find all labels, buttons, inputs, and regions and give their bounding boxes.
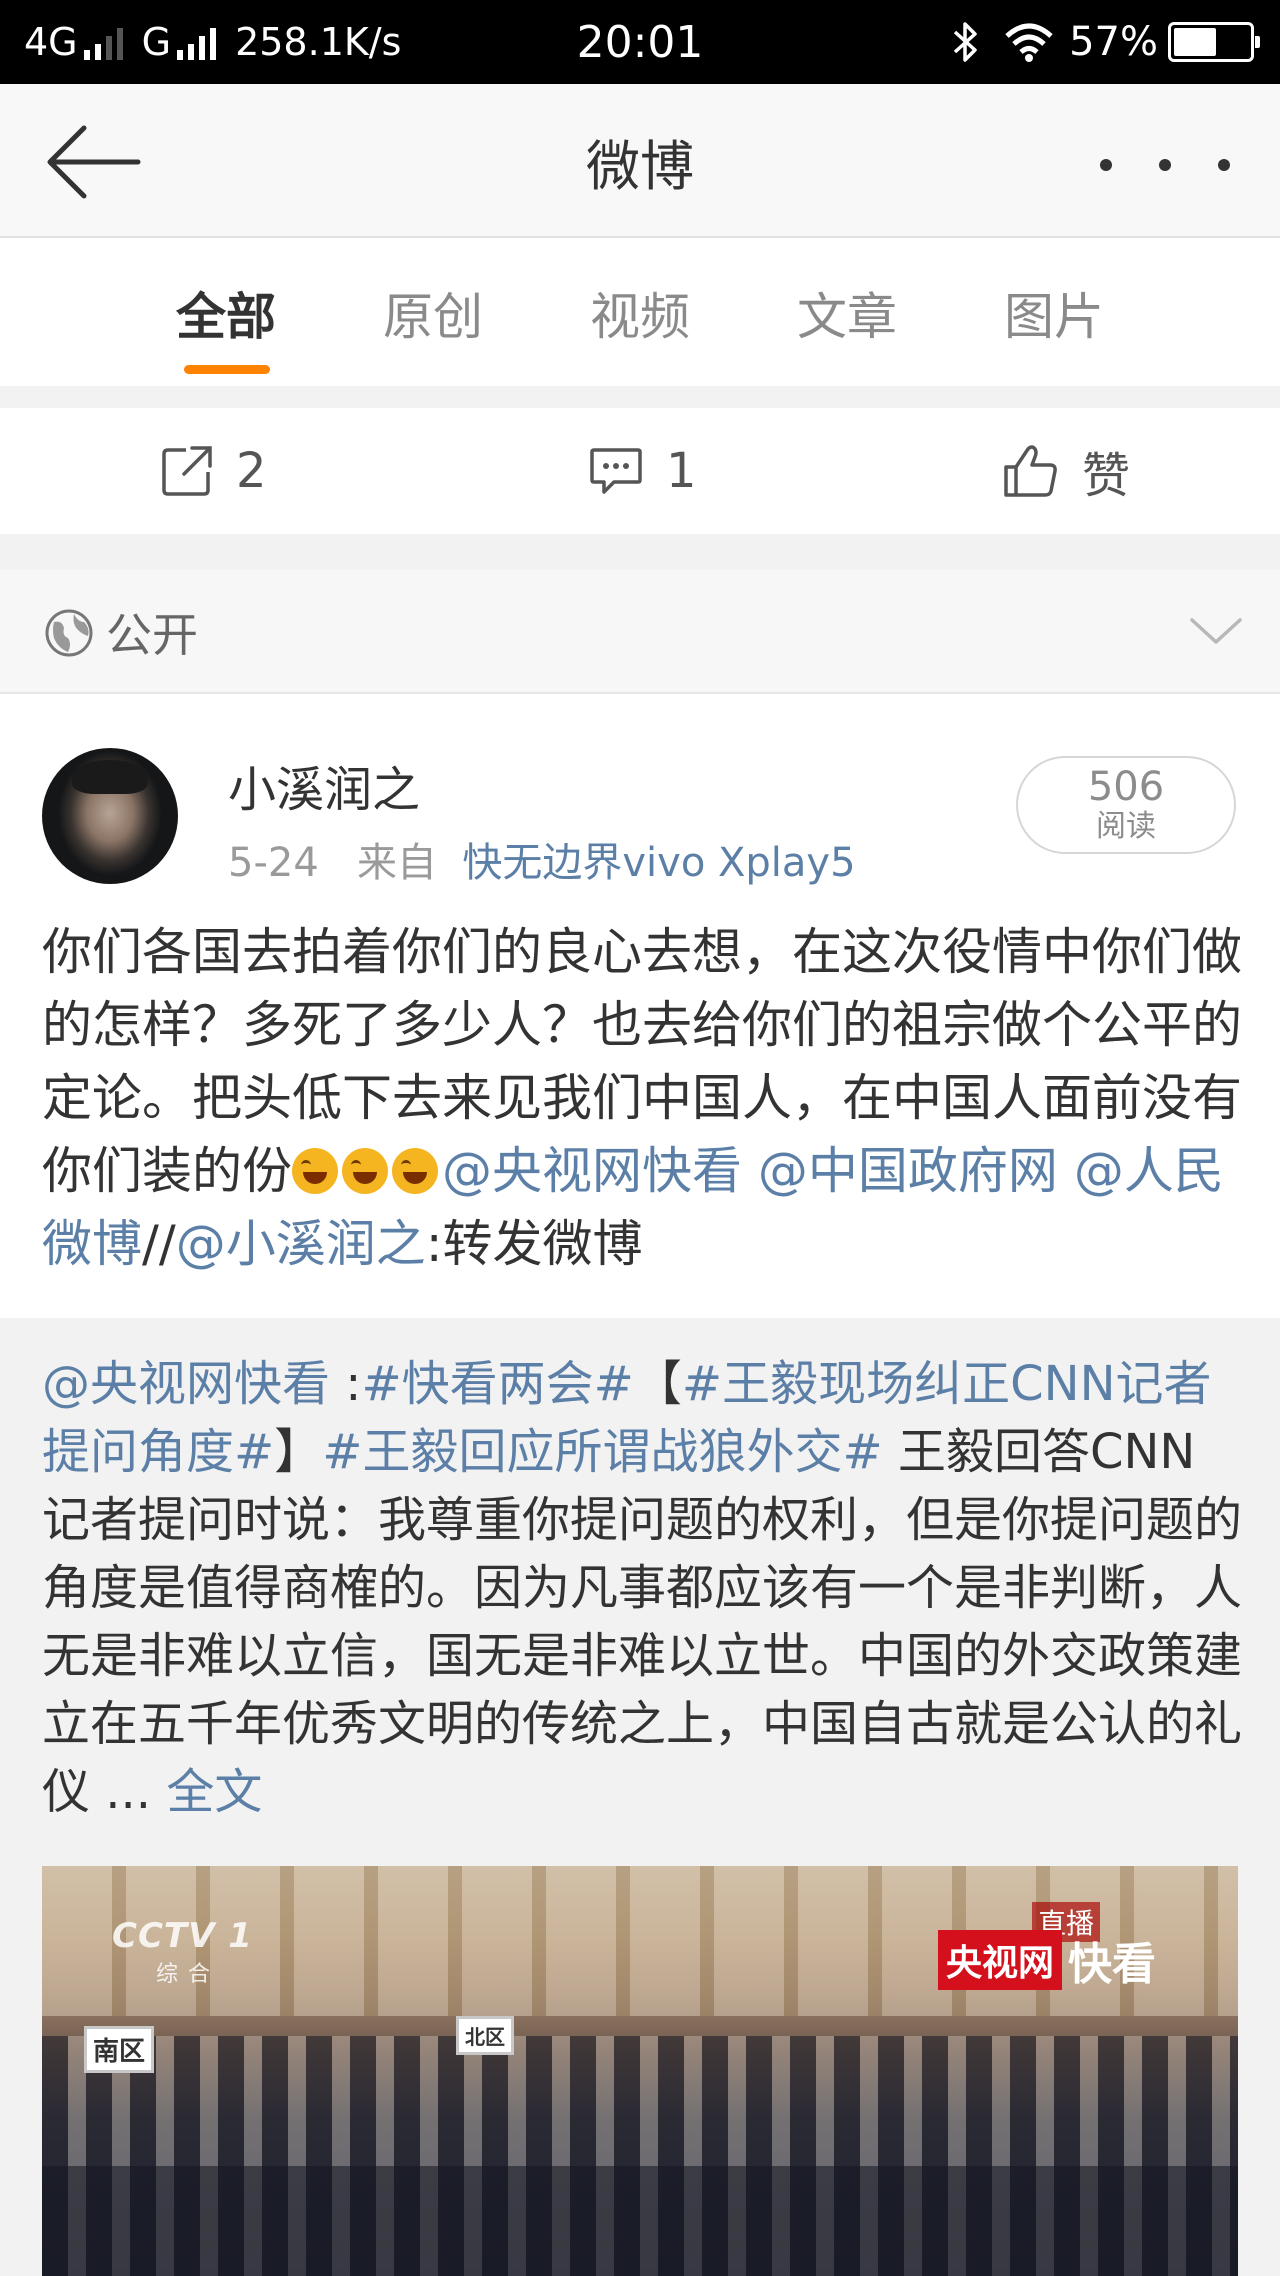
laugh-cry-emoji-icon (392, 1148, 438, 1194)
section-divider (0, 534, 1280, 570)
back-arrow-icon (47, 125, 141, 199)
signal-bars-icon-2 (177, 24, 221, 60)
mention-link[interactable]: @中国政府网 (758, 1142, 1058, 1200)
video-thumbnail[interactable]: CCTV 1 综合 直播 央视网 快看 南区 北区 (42, 1866, 1238, 2276)
reposted-body: 王毅回答CNN记者提问时说：我尊重你提问题的权利，但是你提问题的角度是值得商榷的… (42, 1424, 1243, 1820)
read-count: 506 (1087, 764, 1165, 810)
post-text: 你们各国去拍着你们的良心去想，在这次役情中你们做的怎样？多死了多少人？也去给你们… (42, 916, 1242, 1281)
area-sign-north: 北区 (456, 2016, 514, 2055)
more-dot-icon (1100, 159, 1112, 171)
status-bar: 4G G 258.1K/s 20:01 57% (0, 0, 1280, 84)
source-prefix: 来自 (356, 840, 437, 886)
section-divider (0, 386, 1280, 408)
tab-original-label: 原创 (383, 288, 483, 346)
comment-count: 1 (666, 443, 697, 499)
read-count-label: 阅读 (1096, 809, 1156, 844)
like-button[interactable]: 赞 (1002, 408, 1130, 534)
repost-icon (162, 446, 212, 496)
mention-link[interactable]: @央视网快看 (442, 1142, 742, 1200)
network-speed: 258.1K/s (235, 20, 402, 64)
colon-text: : (330, 1356, 362, 1412)
battery-icon (1168, 22, 1260, 62)
visibility-label: 公开 (106, 608, 198, 662)
chevron-down-icon (1190, 618, 1242, 644)
channel-logo-text: CCTV 1 (112, 1916, 253, 1956)
full-text-link[interactable]: 全文 (166, 1764, 262, 1820)
filter-tabs: 全部 原创 视频 文章 图片 (0, 240, 1280, 386)
repost-button[interactable]: 2 (160, 408, 267, 534)
tab-all[interactable]: 全部 (124, 240, 331, 386)
post-date: 5-24 (228, 840, 319, 886)
tab-image-label: 图片 (1004, 288, 1104, 346)
cctv-kuaikan-logo: 央视网 快看 (938, 1928, 1156, 1992)
like-label: 赞 (1082, 448, 1131, 504)
mention-link-self[interactable]: @小溪润之 (176, 1215, 426, 1273)
tab-article[interactable]: 文章 (745, 240, 952, 386)
channel-sub-text: 综合 (156, 1962, 221, 1987)
original-author-link[interactable]: @央视网快看 (42, 1356, 330, 1412)
more-dot-icon (1218, 159, 1230, 171)
username[interactable]: 小溪润之 (228, 750, 420, 820)
wifi-icon (1005, 23, 1053, 62)
network-g-label: G (141, 20, 172, 64)
cctv-channel-logo: CCTV 1 综合 (112, 1916, 253, 1988)
page-title: 微博 (586, 134, 694, 198)
tab-image[interactable]: 图片 (952, 240, 1159, 386)
repost-suffix-text: :转发微博 (425, 1215, 643, 1273)
status-left: 4G G 258.1K/s (24, 0, 401, 84)
more-options-button[interactable] (1100, 140, 1230, 190)
tab-video-label: 视频 (590, 288, 690, 346)
brand-red-text: 央视网 (938, 1930, 1063, 1990)
back-button[interactable] (44, 122, 144, 202)
reposted-text: @央视网快看 :#快看两会#【#王毅现场纠正CNN记者提问角度#】#王毅回应所谓… (42, 1350, 1242, 1826)
action-bar: 2 1 赞 (0, 408, 1280, 534)
visibility-selector[interactable]: 公开 (0, 570, 1280, 694)
post-source-link[interactable]: 快无边界vivo Xplay5 (462, 840, 855, 886)
read-count-badge: 506 阅读 (1016, 756, 1236, 854)
more-dot-icon (1159, 159, 1171, 171)
repost-separator: // (142, 1215, 176, 1273)
repost-count: 2 (236, 443, 267, 499)
active-tab-indicator (184, 365, 270, 374)
bracket-close: 】 (274, 1424, 323, 1480)
signal-bars-icon (83, 24, 128, 60)
tab-all-label: 全部 (176, 288, 276, 346)
globe-icon (45, 609, 93, 657)
comment-icon (590, 448, 642, 494)
tab-original[interactable]: 原创 (331, 240, 538, 386)
tab-article-label: 文章 (797, 288, 897, 346)
reposted-weibo[interactable]: @央视网快看 :#快看两会#【#王毅现场纠正CNN记者提问角度#】#王毅回应所谓… (0, 1318, 1280, 2276)
battery-percent: 57% (1069, 19, 1158, 65)
tab-video[interactable]: 视频 (538, 240, 745, 386)
status-right: 57% (951, 0, 1260, 84)
avatar[interactable] (42, 748, 178, 884)
network-4g-label: 4G (24, 20, 78, 64)
topic-link[interactable]: #王毅回应所谓战狼外交# (322, 1424, 882, 1480)
brand-white-text: 快看 (1068, 1939, 1157, 1990)
thumbs-up-icon (1004, 445, 1057, 497)
laugh-cry-emoji-icon (292, 1148, 338, 1194)
top-app-bar: 微博 (0, 84, 1280, 238)
bracket-open: 【 (633, 1356, 682, 1412)
post-meta: 5-24 来自 快无边界vivo Xplay5 (228, 830, 856, 888)
topic-link[interactable]: #快看两会# (361, 1356, 633, 1412)
laugh-cry-emoji-icon (342, 1148, 388, 1194)
area-sign-south: 南区 (84, 2026, 155, 2073)
comment-button[interactable]: 1 (588, 408, 697, 534)
bluetooth-icon (953, 22, 977, 62)
